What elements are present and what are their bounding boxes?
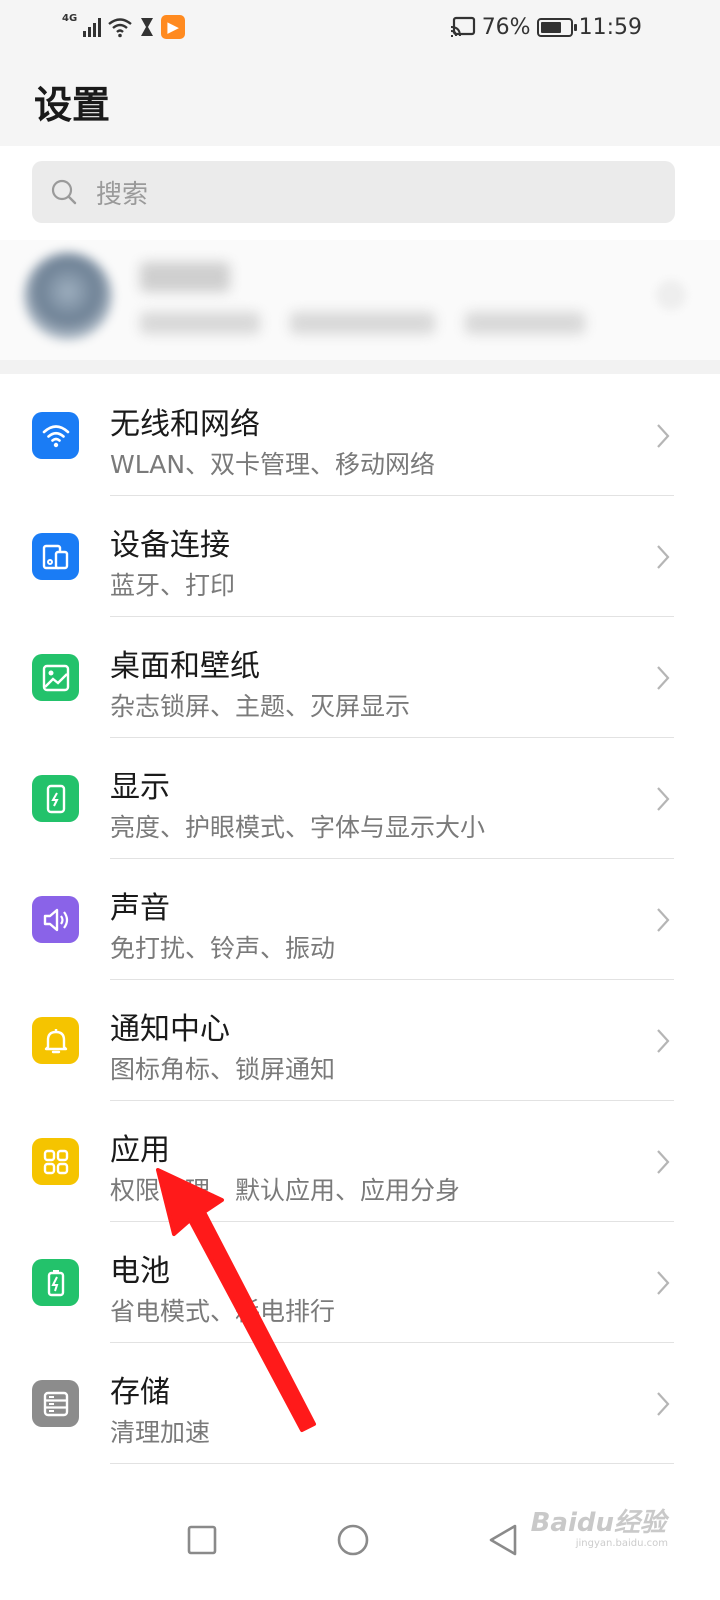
cell-signal-icon bbox=[83, 17, 102, 37]
account-detail-blurred bbox=[140, 312, 260, 334]
settings-item-subtitle: 杂志锁屏、主题、灭屏显示 bbox=[110, 692, 411, 721]
settings-item-apps[interactable]: 应用 权限管理、默认应用、应用分身 bbox=[0, 1101, 720, 1222]
status-right: 76% 11:59 bbox=[450, 12, 642, 42]
bell-icon bbox=[32, 1017, 79, 1064]
settings-item-title: 声音 bbox=[110, 891, 170, 926]
settings-item-display[interactable]: 显示 亮度、护眼模式、字体与显示大小 bbox=[0, 738, 720, 859]
settings-item-battery[interactable]: 电池 省电模式、耗电排行 bbox=[0, 1222, 720, 1343]
wallpaper-icon bbox=[32, 654, 79, 701]
chevron-right-icon bbox=[657, 1271, 670, 1295]
account-name-blurred bbox=[140, 262, 230, 292]
settings-item-subtitle: 权限管理、默认应用、应用分身 bbox=[110, 1176, 461, 1205]
settings-item-device-connection[interactable]: 设备连接 蓝牙、打印 bbox=[0, 496, 720, 617]
chevron-right-icon bbox=[657, 545, 670, 569]
watermark-brand: Baidu经验 bbox=[530, 1508, 666, 1538]
watermark-url: jingyan.baidu.com bbox=[575, 1538, 668, 1549]
account-detail-blurred bbox=[290, 312, 435, 334]
cast-icon bbox=[450, 16, 475, 37]
battery-icon bbox=[32, 1259, 79, 1306]
account-detail-blurred bbox=[465, 312, 585, 334]
account-card[interactable] bbox=[0, 240, 720, 360]
search-icon bbox=[51, 179, 77, 205]
settings-item-title: 通知中心 bbox=[110, 1012, 230, 1047]
device-connect-icon bbox=[32, 533, 79, 580]
settings-item-title: 显示 bbox=[110, 770, 170, 805]
account-chevron-blurred bbox=[656, 280, 686, 310]
chevron-right-icon bbox=[657, 787, 670, 811]
clock: 11:59 bbox=[578, 14, 642, 40]
settings-item-subtitle: 免打扰、铃声、振动 bbox=[110, 934, 336, 963]
battery-percent: 76% bbox=[481, 14, 531, 40]
battery-status-icon bbox=[536, 17, 577, 37]
search-bar[interactable]: 搜索 bbox=[32, 161, 675, 223]
settings-item-subtitle: 亮度、护眼模式、字体与显示大小 bbox=[110, 813, 486, 842]
recents-button[interactable] bbox=[170, 1508, 234, 1572]
settings-item-subtitle: 蓝牙、打印 bbox=[110, 571, 236, 600]
avatar bbox=[24, 252, 112, 340]
settings-item-subtitle: 省电模式、耗电排行 bbox=[110, 1297, 336, 1326]
settings-item-title: 应用 bbox=[110, 1133, 170, 1168]
settings-item-subtitle: 清理加速 bbox=[110, 1418, 211, 1447]
wifi-signal-icon bbox=[108, 18, 132, 38]
square-icon bbox=[187, 1525, 217, 1555]
page-title: 设置 bbox=[34, 83, 111, 127]
settings-item-storage[interactable]: 存储 清理加速 bbox=[0, 1343, 720, 1464]
section-gap bbox=[0, 360, 720, 374]
status-left: 4G ▶ bbox=[62, 12, 186, 42]
settings-item-home-wallpaper[interactable]: 桌面和壁纸 杂志锁屏、主题、灭屏显示 bbox=[0, 617, 720, 738]
chevron-right-icon bbox=[657, 1029, 670, 1053]
divider bbox=[110, 1463, 674, 1464]
chevron-right-icon bbox=[657, 908, 670, 932]
circle-icon bbox=[337, 1524, 369, 1556]
sound-icon bbox=[32, 896, 79, 943]
settings-item-title: 设备连接 bbox=[110, 528, 230, 563]
back-button[interactable] bbox=[471, 1508, 535, 1572]
triangle-back-icon bbox=[489, 1524, 517, 1556]
home-button[interactable] bbox=[321, 1508, 385, 1572]
chevron-right-icon bbox=[657, 424, 670, 448]
settings-item-subtitle: WLAN、双卡管理、移动网络 bbox=[110, 450, 436, 479]
network-type: 4G bbox=[62, 13, 78, 24]
settings-item-title: 无线和网络 bbox=[110, 407, 260, 442]
wifi-icon bbox=[32, 412, 79, 459]
settings-list: 无线和网络 WLAN、双卡管理、移动网络 设备连接 蓝牙、打印 桌面和壁纸 杂志… bbox=[0, 375, 720, 1464]
storage-icon bbox=[32, 1380, 79, 1427]
settings-item-title: 桌面和壁纸 bbox=[110, 649, 260, 684]
chevron-right-icon bbox=[657, 1392, 670, 1416]
display-icon bbox=[32, 775, 79, 822]
settings-item-title: 存储 bbox=[110, 1375, 170, 1410]
status-bar: 4G ▶ 76% 11:59 bbox=[0, 0, 720, 54]
chevron-right-icon bbox=[657, 1150, 670, 1174]
settings-item-title: 电池 bbox=[110, 1254, 170, 1289]
chevron-right-icon bbox=[657, 666, 670, 690]
settings-item-subtitle: 图标角标、锁屏通知 bbox=[110, 1055, 336, 1084]
apps-grid-icon bbox=[32, 1138, 79, 1185]
search-placeholder: 搜索 bbox=[96, 179, 149, 210]
hourglass-icon bbox=[141, 18, 154, 36]
settings-item-notification-center[interactable]: 通知中心 图标角标、锁屏通知 bbox=[0, 980, 720, 1101]
app-notification-icon: ▶ bbox=[161, 15, 186, 39]
settings-item-wireless-network[interactable]: 无线和网络 WLAN、双卡管理、移动网络 bbox=[0, 375, 720, 496]
settings-item-sound[interactable]: 声音 免打扰、铃声、振动 bbox=[0, 859, 720, 980]
